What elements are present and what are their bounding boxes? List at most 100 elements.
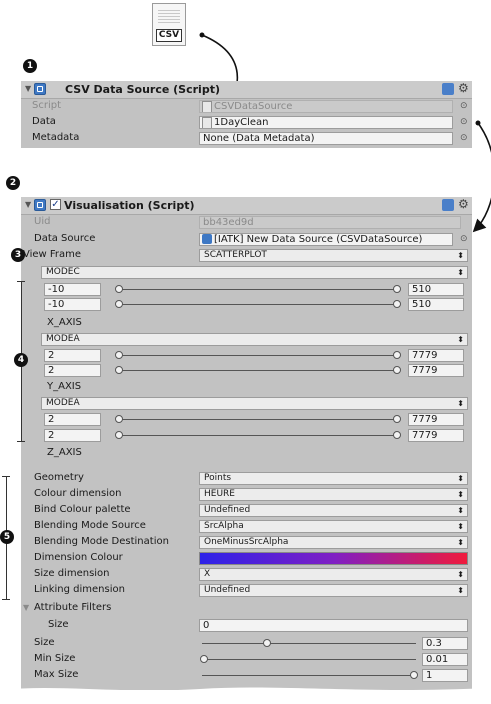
y-axis-dimension-dropdown[interactable]: MODEA ⬍ [41,333,468,346]
size-slider[interactable] [202,637,416,650]
axes-bracket-bottom [17,441,25,442]
colour-dimension-dropdown[interactable]: HEURE ⬍ [199,488,468,501]
collapse-triangle-icon[interactable]: ▼ [25,200,31,209]
vis-component-header[interactable]: ▼ ✓ Visualisation (Script) ⚙ [21,197,472,215]
script-component-icon [34,83,46,95]
csv-row-data: Data 1DayClean ⊙ [21,115,472,130]
min-size-row: Min Size 0.01 [21,652,472,667]
text-asset-icon [202,117,212,128]
size-value-field[interactable]: 0.3 [422,637,468,650]
y-axis-max-slider[interactable] [115,364,401,377]
view-frame-row: View Frame SCATTERPLOT ⬍ [21,248,472,263]
script-asset-icon [202,234,212,244]
data-source-field[interactable]: [IATK] New Data Source (CSVDataSource) [199,233,453,246]
metadata-picker-icon[interactable]: ⊙ [460,133,468,143]
blending-mode-destination-dropdown[interactable]: OneMinusSrcAlpha ⬍ [199,536,468,549]
visualisation-panel: ▼ ✓ Visualisation (Script) ⚙ Uid bb43ed9… [21,197,472,690]
uid-field: bb43ed9d [199,216,461,229]
csv-component-title: CSV Data Source (Script) [65,83,220,96]
prop-row-linking-dimension: Linking dimension Undefined ⬍ [21,583,472,598]
prop-row-blending-destination: Blending Mode Destination OneMinusSrcAlp… [21,535,472,550]
badge-3: 3 [11,248,25,262]
linking-dimension-dropdown[interactable]: Undefined ⬍ [199,584,468,597]
vis-component-title: Visualisation (Script) [64,199,195,212]
uid-label: Uid [34,216,51,227]
min-size-slider[interactable] [200,653,416,666]
prop-row-size-dimension: Size dimension X ⬍ [21,567,472,582]
x-axis-min-value[interactable]: 510 [408,283,464,296]
size-dimension-label: Size dimension [34,568,110,579]
x-axis-max-slider[interactable] [115,298,401,311]
filter-size-label: Size [48,619,69,630]
dimension-colour-label: Dimension Colour [34,552,123,563]
y-axis-label: Y_AXIS [47,381,82,392]
z-axis-max-slider[interactable] [115,429,401,442]
prop-row-blending-source: Blending Mode Source SrcAlpha ⬍ [21,519,472,534]
z-axis-dimension-dropdown[interactable]: MODEA ⬍ [41,397,468,410]
attribute-filters-row[interactable]: ▼ Attribute Filters [21,601,472,616]
metadata-field[interactable]: None (Data Metadata) [199,132,453,145]
x-axis-max-field[interactable]: -10 [44,298,101,311]
y-axis-min-slider[interactable] [115,349,401,362]
y-axis-max-field[interactable]: 2 [44,364,101,377]
script-picker-icon[interactable]: ⊙ [460,101,468,111]
y-axis-max-value[interactable]: 7779 [408,364,464,377]
help-book-icon[interactable] [442,83,454,95]
filter-size-field[interactable]: 0 [199,619,468,632]
csv-row-script: Script CSVDataSource ⊙ [21,99,472,114]
z-axis-min-slider[interactable] [115,413,401,426]
z-axis-label: Z_AXIS [47,447,82,458]
view-frame-label: View Frame [23,249,82,260]
x-axis-max-value[interactable]: 510 [408,298,464,311]
x-axis-min-slider[interactable] [115,283,401,296]
geometry-dropdown[interactable]: Points ⬍ [199,472,468,485]
prop-row-dimension-colour: Dimension Colour [21,551,472,566]
prop-row-colour-dimension: Colour dimension HEURE ⬍ [21,487,472,502]
view-frame-dropdown[interactable]: SCATTERPLOT ⬍ [199,249,468,262]
bind-colour-palette-dropdown[interactable]: Undefined ⬍ [199,504,468,517]
bind-colour-palette-label: Bind Colour palette [34,504,131,515]
y-axis-min-value[interactable]: 7779 [408,349,464,362]
size-dimension-dropdown[interactable]: X ⬍ [199,568,468,581]
z-axis-max-field[interactable]: 2 [44,429,101,442]
dimension-colour-gradient[interactable] [199,552,468,565]
csv-component-header[interactable]: ▼ CSV Data Source (Script) ⚙ [21,81,472,99]
colour-dimension-label: Colour dimension [34,488,122,499]
max-size-slider-knob[interactable] [410,671,418,679]
data-picker-icon[interactable]: ⊙ [460,117,468,127]
x-axis-min-field[interactable]: -10 [44,283,101,296]
metadata-label: Metadata [32,132,80,143]
help-book-icon[interactable] [442,199,454,211]
size-label: Size [34,637,55,648]
blending-mode-source-dropdown[interactable]: SrcAlpha ⬍ [199,520,468,533]
min-size-slider-knob[interactable] [200,655,208,663]
z-axis-min-field[interactable]: 2 [44,413,101,426]
badge-1: 1 [23,59,37,73]
gear-icon[interactable]: ⚙ [458,197,469,211]
min-size-value-field[interactable]: 0.01 [422,653,468,666]
foldout-triangle-icon[interactable]: ▼ [23,603,29,612]
script-component-icon [34,199,46,211]
min-size-label: Min Size [34,653,76,664]
badge-4: 4 [14,353,28,367]
data-source-picker-icon[interactable]: ⊙ [460,234,468,244]
enabled-checkbox[interactable]: ✓ [50,199,61,210]
badge-5: 5 [0,530,14,544]
x-axis-dimension-dropdown[interactable]: MODEC ⬍ [41,266,468,279]
linking-dimension-label: Linking dimension [34,584,125,595]
data-field[interactable]: 1DayClean [199,116,453,129]
z-axis-max-value[interactable]: 7779 [408,429,464,442]
size-slider-knob[interactable] [263,639,271,647]
x-axis-label: X_AXIS [47,317,82,328]
props-bracket-top [2,476,10,477]
axes-bracket-top [17,281,25,282]
gear-icon[interactable]: ⚙ [458,81,469,95]
collapse-triangle-icon[interactable]: ▼ [25,84,31,93]
data-label: Data [32,116,56,127]
csv-data-source-panel: ▼ CSV Data Source (Script) ⚙ Script CSVD… [21,81,472,148]
z-axis-min-value[interactable]: 7779 [408,413,464,426]
script-file-icon [202,101,212,112]
csv-row-metadata: Metadata None (Data Metadata) ⊙ [21,131,472,146]
y-axis-min-field[interactable]: 2 [44,349,101,362]
max-size-label: Max Size [34,669,79,680]
